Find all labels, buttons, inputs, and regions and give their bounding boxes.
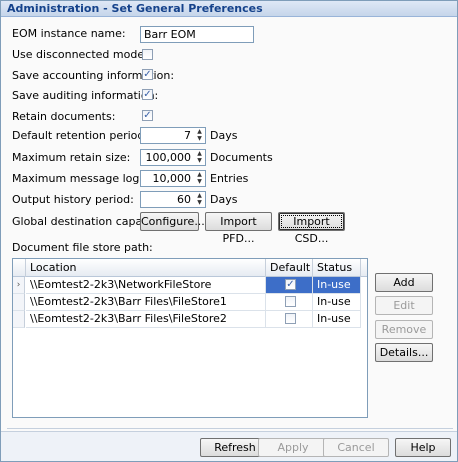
log-size-value: 10,000	[152, 172, 192, 185]
help-button[interactable]: Help	[395, 438, 451, 457]
import-pfd-button[interactable]: Import PFD...	[205, 212, 272, 245]
instance-name-label: EOM instance name:	[12, 27, 126, 40]
column-header-status[interactable]: Status	[313, 259, 361, 277]
edit-button[interactable]: Edit	[375, 296, 433, 315]
footer-bar: Refresh Apply Cancel Help	[1, 431, 457, 461]
table-row[interactable]: › \\Eomtest2-2k3\NetworkFileStore ✓ In-use	[13, 277, 367, 294]
output-history-label: Output history period:	[12, 193, 134, 206]
default-checkbox[interactable]	[285, 313, 296, 324]
window-title: Administration - Set General Preferences	[1, 1, 457, 17]
retain-size-label: Maximum retain size:	[12, 151, 131, 164]
table-row[interactable]: \\Eomtest2-2k3\Barr Files\FileStore2 In-u…	[13, 311, 367, 328]
row-header[interactable]	[13, 294, 25, 311]
file-store-table: Location Default Status › \\Eomtest2-2k3\…	[12, 258, 368, 418]
status-cell: In-use	[313, 294, 361, 311]
file-store-title: Document file store path:	[12, 241, 153, 254]
retention-period-unit: Days	[210, 129, 238, 142]
disconnected-mode-checkbox[interactable]	[142, 49, 153, 60]
output-history-spinner[interactable]: 60 ▲ ▼	[140, 191, 206, 208]
accounting-checkbox[interactable]: ✓	[142, 69, 153, 80]
retain-documents-label: Retain documents:	[12, 110, 116, 123]
default-cell	[266, 294, 313, 311]
remove-button[interactable]: Remove	[375, 320, 433, 339]
table-row[interactable]: \\Eomtest2-2k3\Barr Files\FileStore1 In-u…	[13, 294, 367, 311]
log-size-unit: Entries	[210, 172, 249, 185]
retain-documents-checkbox[interactable]: ✓	[142, 110, 153, 121]
divider	[7, 428, 453, 429]
cancel-button[interactable]: Cancel	[323, 438, 389, 457]
default-cell: ✓	[266, 277, 313, 294]
spin-arrows-icon[interactable]: ▲ ▼	[194, 171, 205, 186]
location-cell[interactable]: \\Eomtest2-2k3\NetworkFileStore	[26, 277, 266, 294]
details-button[interactable]: Details...	[375, 343, 433, 362]
log-size-spinner[interactable]: 10,000 ▲ ▼	[140, 170, 206, 187]
output-history-value: 60	[177, 193, 191, 206]
preferences-window: Administration - Set General Preferences…	[0, 0, 458, 462]
row-header[interactable]	[13, 311, 25, 328]
retention-period-spinner[interactable]: 7 ▲ ▼	[140, 127, 206, 144]
spin-arrows-icon[interactable]: ▲ ▼	[194, 192, 205, 207]
row-header-corner	[13, 259, 26, 277]
location-cell[interactable]: \\Eomtest2-2k3\Barr Files\FileStore1	[26, 294, 266, 311]
column-header-default[interactable]: Default	[266, 259, 313, 277]
default-checkbox[interactable]: ✓	[285, 279, 296, 290]
auditing-checkbox[interactable]: ✓	[142, 89, 153, 100]
retention-period-value: 7	[184, 129, 191, 142]
spin-arrows-icon[interactable]: ▲ ▼	[194, 128, 205, 143]
status-cell: In-use	[313, 311, 361, 328]
auditing-label: Save auditing information:	[12, 89, 159, 102]
current-row-indicator-icon[interactable]: ›	[13, 277, 25, 294]
configure-button[interactable]: Configure...	[140, 212, 205, 231]
table-header: Location Default Status	[13, 259, 367, 277]
retention-period-label: Default retention period:	[12, 129, 149, 142]
apply-button[interactable]: Apply	[258, 438, 328, 457]
instance-name-input[interactable]	[140, 26, 254, 43]
disconnected-mode-label: Use disconnected mode:	[12, 48, 148, 61]
spin-arrows-icon[interactable]: ▲ ▼	[194, 150, 205, 165]
default-checkbox[interactable]	[285, 296, 296, 307]
retain-size-value: 100,000	[145, 151, 192, 164]
default-cell	[266, 311, 313, 328]
import-csd-button[interactable]: Import CSD...	[278, 212, 345, 245]
retain-size-unit: Documents	[210, 151, 273, 164]
location-cell[interactable]: \\Eomtest2-2k3\Barr Files\FileStore2	[26, 311, 266, 328]
output-history-unit: Days	[210, 193, 238, 206]
status-cell: In-use	[313, 277, 361, 294]
retain-size-spinner[interactable]: 100,000 ▲ ▼	[140, 149, 206, 166]
add-button[interactable]: Add	[375, 273, 433, 292]
column-header-location[interactable]: Location	[26, 259, 266, 277]
